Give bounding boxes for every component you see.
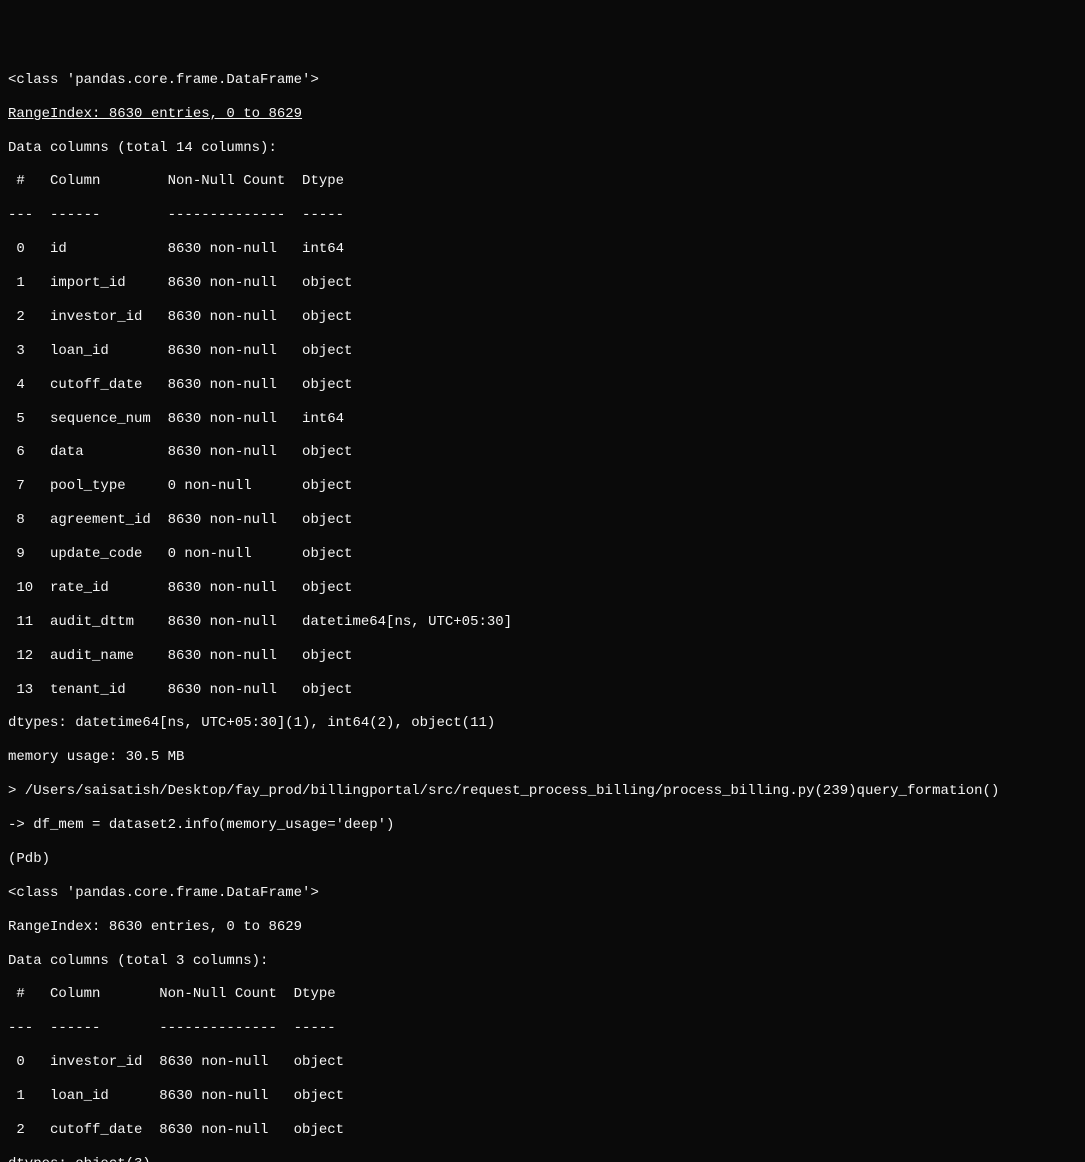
df1-cols-header: Data columns (total 14 columns): (8, 140, 1077, 157)
df1-row: 11 audit_dttm 8630 non-null datetime64[n… (8, 614, 1077, 631)
df1-row: 13 tenant_id 8630 non-null object (8, 682, 1077, 699)
df1-row: 0 id 8630 non-null int64 (8, 241, 1077, 258)
pdb-location: > /Users/saisatish/Desktop/fay_prod/bill… (8, 783, 1077, 800)
df2-dtypes: dtypes: object(3) (8, 1156, 1077, 1162)
df2-row: 2 cutoff_date 8630 non-null object (8, 1122, 1077, 1139)
df1-row: 12 audit_name 8630 non-null object (8, 648, 1077, 665)
df1-row: 2 investor_id 8630 non-null object (8, 309, 1077, 326)
df1-row: 3 loan_id 8630 non-null object (8, 343, 1077, 360)
df1-class: <class 'pandas.core.frame.DataFrame'> (8, 72, 1077, 89)
df2-cols-header: Data columns (total 3 columns): (8, 953, 1077, 970)
df1-row: 4 cutoff_date 8630 non-null object (8, 377, 1077, 394)
df1-range-index: RangeIndex: 8630 entries, 0 to 8629 (8, 106, 1077, 123)
pdb-prompt[interactable]: (Pdb) (8, 851, 1077, 868)
df1-dtypes: dtypes: datetime64[ns, UTC+05:30](1), in… (8, 715, 1077, 732)
df1-col-divider: --- ------ -------------- ----- (8, 207, 1077, 224)
df2-col-header: # Column Non-Null Count Dtype (8, 986, 1077, 1003)
df1-row: 1 import_id 8630 non-null object (8, 275, 1077, 292)
df1-col-header: # Column Non-Null Count Dtype (8, 173, 1077, 190)
df2-class: <class 'pandas.core.frame.DataFrame'> (8, 885, 1077, 902)
df1-row: 8 agreement_id 8630 non-null object (8, 512, 1077, 529)
df2-range-index: RangeIndex: 8630 entries, 0 to 8629 (8, 919, 1077, 936)
df2-col-divider: --- ------ -------------- ----- (8, 1020, 1077, 1037)
df1-row: 5 sequence_num 8630 non-null int64 (8, 411, 1077, 428)
df2-row: 0 investor_id 8630 non-null object (8, 1054, 1077, 1071)
df1-row: 6 data 8630 non-null object (8, 444, 1077, 461)
df1-row: 9 update_code 0 non-null object (8, 546, 1077, 563)
df1-row: 10 rate_id 8630 non-null object (8, 580, 1077, 597)
pdb-next-stmt: -> df_mem = dataset2.info(memory_usage='… (8, 817, 1077, 834)
df1-row: 7 pool_type 0 non-null object (8, 478, 1077, 495)
df2-row: 1 loan_id 8630 non-null object (8, 1088, 1077, 1105)
df1-memory: memory usage: 30.5 MB (8, 749, 1077, 766)
